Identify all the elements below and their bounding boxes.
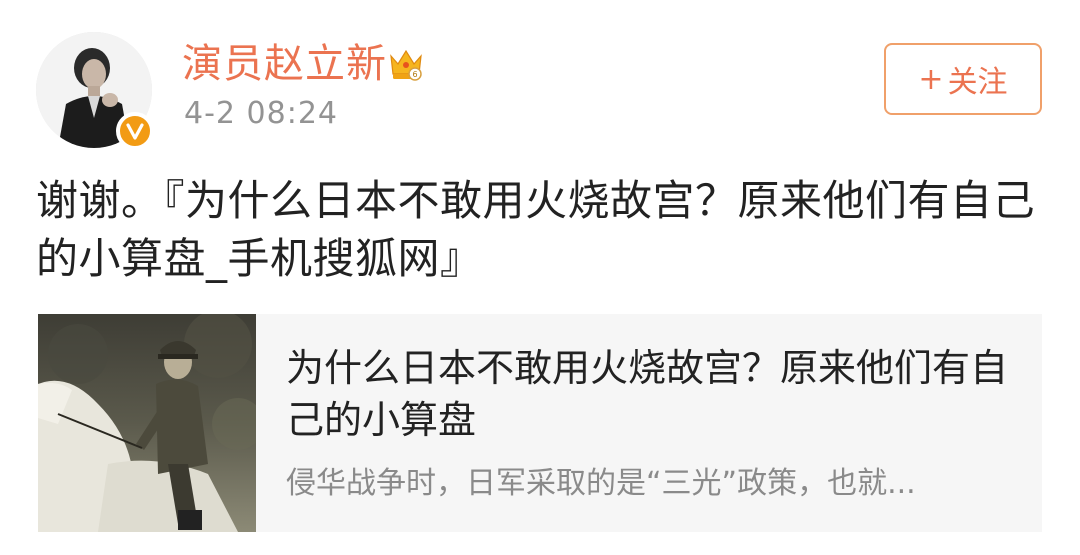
card-thumbnail[interactable] (38, 314, 256, 532)
follow-button[interactable]: + 关注 (884, 43, 1042, 115)
svg-text:6: 6 (412, 70, 417, 79)
weibo-post: 演员赵立新 6 4-2 08:24 + 关注 谢谢。『为什么日本不敢用火烧故宫？… (0, 0, 1080, 555)
plus-icon: + (918, 61, 944, 97)
verified-v-icon (116, 112, 154, 150)
username[interactable]: 演员赵立新 (182, 38, 387, 90)
timestamp: 4-2 08:24 (184, 96, 338, 131)
sepia-photo-officer-on-white-horse (38, 314, 256, 532)
crown-icon[interactable]: 6 (386, 44, 426, 84)
post-text: 谢谢。『为什么日本不敢用火烧故宫？原来他们有自己的小算盘_手机搜狐网』 (36, 176, 1036, 283)
card-description: 侵华战争时，日军采取的是“三光”政策，也就... (286, 466, 916, 501)
follow-label: 关注 (947, 65, 1008, 100)
card-title[interactable]: 为什么日本不敢用火烧故宫？原来他们有自己的小算盘 (286, 342, 1012, 446)
link-card[interactable]: 为什么日本不敢用火烧故宫？原来他们有自己的小算盘 侵华战争时，日军采取的是“三光… (38, 314, 1042, 532)
card-body: 为什么日本不敢用火烧故宫？原来他们有自己的小算盘 侵华战争时，日军采取的是“三光… (256, 314, 1042, 532)
avatar-wrapper[interactable] (36, 32, 154, 150)
